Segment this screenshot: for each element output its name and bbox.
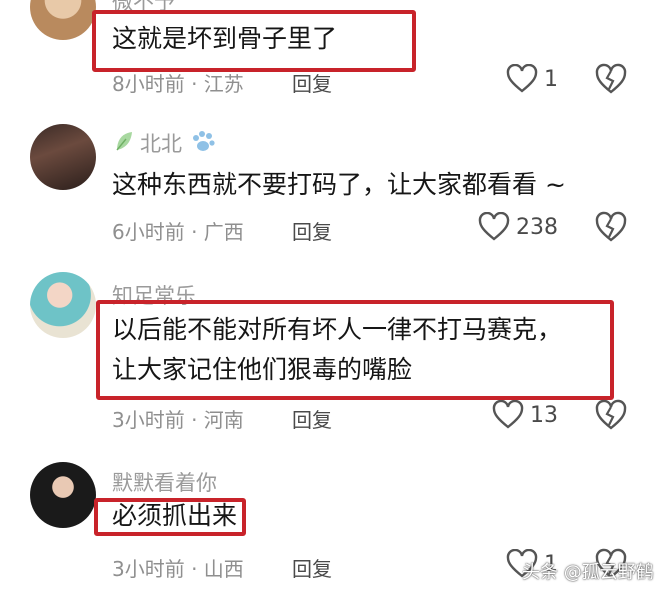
watermark: 头条 @孤云野鹤 xyxy=(522,562,654,583)
comment-username[interactable]: 默默看着你 xyxy=(112,467,217,497)
like-count: 238 xyxy=(516,214,558,240)
comment-text: 这种东西就不要打码了，让大家都看看 ~ xyxy=(112,170,566,199)
heart-icon xyxy=(492,400,524,429)
reply-button[interactable]: 回复 xyxy=(292,553,332,582)
comment-time-location: 3小时前 · 山西 xyxy=(112,557,244,581)
comment-time-location: 6小时前 · 广西 xyxy=(112,220,244,244)
reply-button[interactable]: 回复 xyxy=(292,404,332,433)
broken-heart-icon[interactable] xyxy=(594,63,628,95)
like-button[interactable]: 238 xyxy=(478,212,558,242)
broken-heart-icon[interactable] xyxy=(594,211,628,243)
comment-username[interactable]: 北北 xyxy=(140,128,182,158)
heart-icon xyxy=(506,64,538,93)
like-count: 13 xyxy=(530,402,558,428)
heart-icon xyxy=(478,212,510,241)
broken-heart-icon[interactable] xyxy=(594,399,628,431)
comment-time-location: 8小时前 · 江苏 xyxy=(112,72,244,96)
paw-icon xyxy=(190,130,216,154)
avatar[interactable] xyxy=(30,272,96,338)
avatar[interactable] xyxy=(30,124,96,190)
comment-text: 必须抓出来 xyxy=(112,501,238,530)
comment-time-location: 3小时前 · 河南 xyxy=(112,408,244,432)
comment-text-line: 让大家记住他们狠毒的嘴脸 xyxy=(112,355,413,384)
avatar[interactable] xyxy=(30,462,96,528)
like-count: 1 xyxy=(544,66,558,92)
comment-text: 这就是坏到骨子里了 xyxy=(112,24,338,53)
like-button[interactable]: 13 xyxy=(492,400,558,430)
reply-button[interactable]: 回复 xyxy=(292,68,332,97)
avatar[interactable] xyxy=(30,0,96,40)
reply-button[interactable]: 回复 xyxy=(292,216,332,245)
like-button[interactable]: 1 xyxy=(506,64,558,94)
comment-text-line: 以后能不能对所有坏人一律不打马赛克， xyxy=(112,315,563,344)
leaf-icon xyxy=(114,130,134,152)
